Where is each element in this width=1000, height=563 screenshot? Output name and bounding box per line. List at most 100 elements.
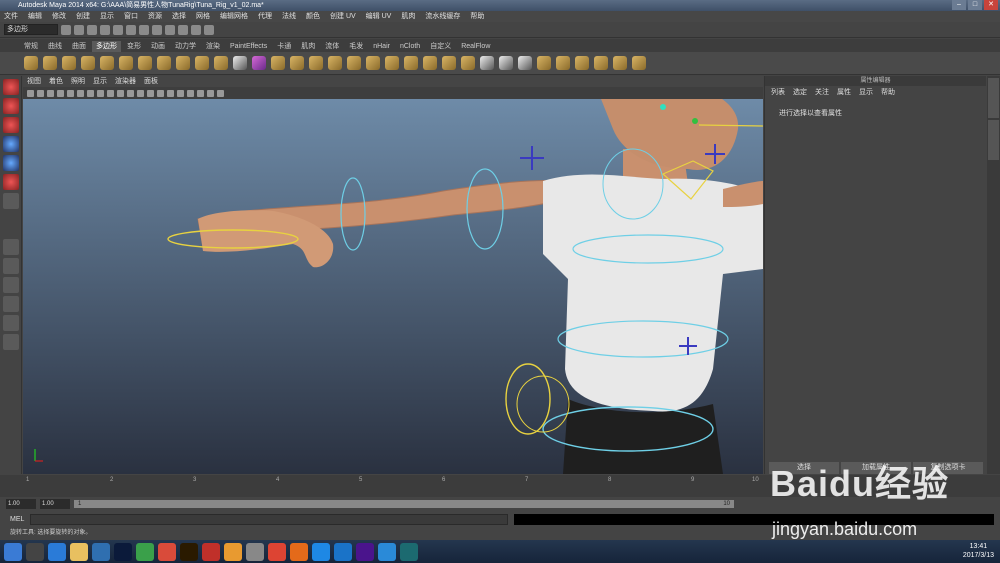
playback-start-field[interactable]: 1.00 bbox=[40, 499, 70, 509]
layout-persp-graph-icon[interactable] bbox=[3, 315, 19, 331]
view-menu-show[interactable]: 显示 bbox=[93, 76, 107, 87]
menu-display[interactable]: 显示 bbox=[100, 11, 114, 22]
bird-icon[interactable] bbox=[378, 542, 396, 561]
shelf-tab-dynamics[interactable]: 动力学 bbox=[171, 41, 200, 52]
insert-edge-loop-icon[interactable] bbox=[366, 56, 380, 70]
select-tool-icon[interactable] bbox=[3, 79, 19, 95]
cut-uv-icon[interactable] bbox=[537, 56, 551, 70]
shelf-tab-custom[interactable]: 自定义 bbox=[426, 41, 455, 52]
textured-icon[interactable] bbox=[167, 89, 174, 97]
grid-toggle-icon[interactable] bbox=[67, 89, 74, 97]
poly-helix-icon[interactable] bbox=[195, 56, 209, 70]
chrome-alt-icon[interactable] bbox=[158, 542, 176, 561]
range-bar[interactable]: 1 10 bbox=[74, 500, 734, 508]
xray-joints-icon[interactable] bbox=[207, 89, 214, 97]
open-scene-icon[interactable] bbox=[74, 24, 84, 35]
layout-four-pane-icon[interactable] bbox=[3, 258, 19, 274]
poly-sphere-icon[interactable] bbox=[24, 56, 38, 70]
shelf-tab-general[interactable]: 常规 bbox=[20, 41, 42, 52]
minimize-button[interactable]: – bbox=[952, 0, 966, 10]
menu-normals[interactable]: 法线 bbox=[282, 11, 296, 22]
checker-map-icon[interactable] bbox=[480, 56, 494, 70]
unfold-uv-icon[interactable] bbox=[575, 56, 589, 70]
shelf-tab-fur[interactable]: 毛发 bbox=[345, 41, 367, 52]
shelf-tab-curves[interactable]: 曲线 bbox=[44, 41, 66, 52]
view-menu-panels[interactable]: 面板 bbox=[144, 76, 158, 87]
snap-curve-icon[interactable] bbox=[152, 24, 162, 35]
uv-snapshot-icon[interactable] bbox=[632, 56, 646, 70]
folder-app-icon[interactable] bbox=[224, 542, 242, 561]
ie-icon[interactable] bbox=[48, 542, 66, 561]
normalize-uv-icon[interactable] bbox=[613, 56, 627, 70]
film-gate-icon[interactable] bbox=[77, 89, 84, 97]
snap-point-icon[interactable] bbox=[165, 24, 175, 35]
attr-menu-focus[interactable]: 关注 bbox=[815, 86, 829, 100]
menu-assets[interactable]: 资源 bbox=[148, 11, 162, 22]
close-button[interactable]: ✕ bbox=[984, 0, 998, 10]
menu-create-uv[interactable]: 创建 UV bbox=[330, 11, 356, 22]
combine-icon[interactable] bbox=[233, 56, 247, 70]
shelf-tab-surfaces[interactable]: 曲面 bbox=[68, 41, 90, 52]
image-plane-icon[interactable] bbox=[57, 89, 64, 97]
view-menu-renderer[interactable]: 渲染器 bbox=[115, 76, 136, 87]
layout-side-by-side-icon[interactable] bbox=[3, 277, 19, 293]
field-chart-icon[interactable] bbox=[107, 89, 114, 97]
shelf-tab-rendering[interactable]: 渲染 bbox=[202, 41, 224, 52]
snap-grid-icon[interactable] bbox=[139, 24, 149, 35]
poly-prism-icon[interactable] bbox=[138, 56, 152, 70]
indesign-icon[interactable] bbox=[356, 542, 374, 561]
shelf-tab-toon[interactable]: 卡通 bbox=[273, 41, 295, 52]
select-component-icon[interactable] bbox=[126, 24, 136, 35]
start-icon[interactable] bbox=[4, 542, 22, 561]
shadows-icon[interactable] bbox=[187, 89, 194, 97]
xray-icon[interactable] bbox=[197, 89, 204, 97]
bookmark-icon[interactable] bbox=[47, 89, 54, 97]
shelf-tab-deformation[interactable]: 变形 bbox=[123, 41, 145, 52]
move-tool-icon[interactable] bbox=[3, 136, 19, 152]
app-green-icon[interactable] bbox=[136, 542, 154, 561]
app-gray-icon[interactable] bbox=[246, 542, 264, 561]
layout-hypershade-icon[interactable] bbox=[3, 334, 19, 350]
extrude-icon[interactable] bbox=[290, 56, 304, 70]
side-tab-channel-box[interactable] bbox=[988, 120, 999, 160]
menu-create[interactable]: 创建 bbox=[76, 11, 90, 22]
menu-help[interactable]: 帮助 bbox=[470, 11, 484, 22]
menu-edit-uv[interactable]: 编辑 UV bbox=[366, 11, 392, 22]
wireframe-icon[interactable] bbox=[137, 89, 144, 97]
bridge-icon[interactable] bbox=[309, 56, 323, 70]
shelf-tab-realflow[interactable]: RealFlow bbox=[457, 41, 494, 52]
bevel-icon[interactable] bbox=[404, 56, 418, 70]
isolate-select-icon[interactable] bbox=[217, 89, 224, 97]
layout-uv-icon[interactable] bbox=[594, 56, 608, 70]
menu-file[interactable]: 文件 bbox=[4, 11, 18, 22]
chrome-icon[interactable] bbox=[268, 542, 286, 561]
shelf-tab-muscle[interactable]: 肌肉 bbox=[297, 41, 319, 52]
view-menu-view[interactable]: 视图 bbox=[27, 76, 41, 87]
maya-icon[interactable] bbox=[400, 542, 418, 561]
menu-modify[interactable]: 修改 bbox=[52, 11, 66, 22]
safe-action-icon[interactable] bbox=[117, 89, 124, 97]
render-settings-icon[interactable] bbox=[204, 24, 214, 35]
render-icon[interactable] bbox=[178, 24, 188, 35]
menu-edit[interactable]: 编辑 bbox=[28, 11, 42, 22]
smooth-shade-icon[interactable] bbox=[147, 89, 154, 97]
firefox-icon[interactable] bbox=[290, 542, 308, 561]
paint-select-tool-icon[interactable] bbox=[3, 117, 19, 133]
camera-select-icon[interactable] bbox=[27, 89, 34, 97]
menu-mesh[interactable]: 网格 bbox=[196, 11, 210, 22]
planar-map-icon[interactable] bbox=[518, 56, 532, 70]
sculpt-icon[interactable] bbox=[461, 56, 475, 70]
resolution-gate-icon[interactable] bbox=[87, 89, 94, 97]
camera-attributes-icon[interactable] bbox=[37, 89, 44, 97]
task-icon[interactable] bbox=[26, 542, 44, 561]
lights-icon[interactable] bbox=[177, 89, 184, 97]
media-player-icon[interactable] bbox=[92, 542, 110, 561]
poly-soccer-icon[interactable] bbox=[214, 56, 228, 70]
gate-mask-icon[interactable] bbox=[97, 89, 104, 97]
poly-pyramid-icon[interactable] bbox=[157, 56, 171, 70]
shelf-tab-ncloth[interactable]: nCloth bbox=[396, 41, 424, 52]
sew-uv-icon[interactable] bbox=[556, 56, 570, 70]
explorer-icon[interactable] bbox=[70, 542, 88, 561]
select-object-icon[interactable] bbox=[113, 24, 123, 35]
pdf-icon[interactable] bbox=[202, 542, 220, 561]
